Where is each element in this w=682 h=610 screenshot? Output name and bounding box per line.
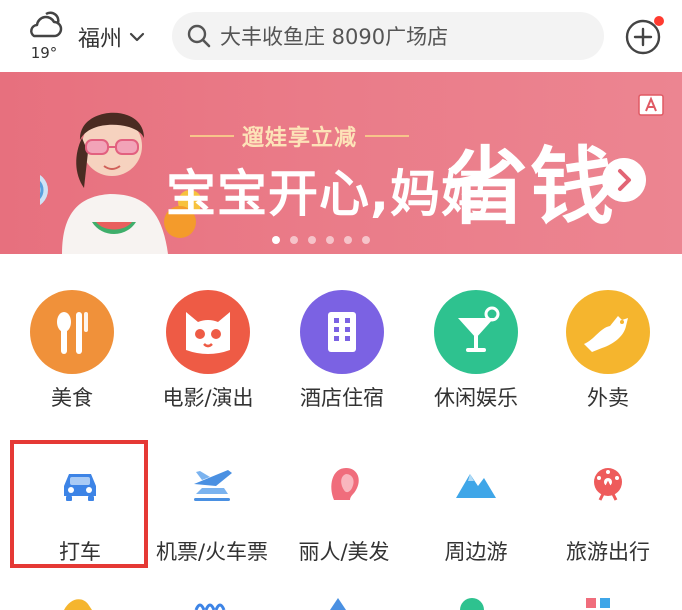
temperature-text: 19°	[30, 44, 58, 62]
city-name: 福州	[78, 27, 123, 52]
cloud-sun-icon	[30, 11, 63, 38]
search-icon	[187, 24, 211, 48]
pagination-dot[interactable]	[272, 236, 280, 244]
top-bar: 19° 福州 大丰收鱼庄 8090广场店	[0, 0, 682, 72]
mountain-icon	[456, 474, 496, 498]
chevron-right-icon[interactable]	[602, 158, 646, 202]
banner-headline-emphasis: 省钱	[444, 138, 617, 236]
banner-pagination	[272, 236, 370, 244]
selection-highlight-box	[10, 440, 148, 568]
category-label: 丽人/美发	[298, 540, 390, 564]
chevron-down-icon	[129, 32, 145, 42]
cocktail-icon	[434, 290, 518, 374]
ferris-wheel-icon	[594, 468, 622, 501]
woman-head-icon	[331, 468, 359, 500]
kangaroo-icon	[566, 290, 650, 374]
search-placeholder: 大丰收鱼庄 8090广场店	[220, 25, 449, 49]
search-bar[interactable]: 大丰收鱼庄 8090广场店	[172, 12, 604, 60]
category-label: 旅游出行	[566, 540, 650, 564]
cat-face-icon	[166, 290, 250, 374]
utensils-icon	[30, 290, 114, 374]
promo-banner[interactable]: 遛娃享立减 宝宝开心,妈妈 省钱	[0, 72, 682, 254]
banner-subtitle: 遛娃享立减	[190, 120, 410, 152]
plane-train-icon	[194, 470, 232, 501]
pagination-dot[interactable]	[308, 236, 316, 244]
add-button[interactable]	[624, 16, 664, 56]
category-label: 周边游	[444, 540, 508, 564]
category-label: 电影/演出	[162, 386, 254, 410]
pagination-dot[interactable]	[344, 236, 352, 244]
pagination-dot[interactable]	[326, 236, 334, 244]
category-label: 机票/火车票	[155, 540, 269, 564]
pagination-dot[interactable]	[290, 236, 298, 244]
building-icon	[300, 290, 384, 374]
notification-dot	[654, 16, 664, 26]
category-label: 美食	[51, 386, 93, 410]
category-label: 外卖	[587, 386, 629, 410]
tertiary-categories-partial	[0, 592, 682, 610]
category-label: 酒店住宿	[300, 386, 384, 410]
city-selector[interactable]: 福州	[78, 22, 146, 52]
pagination-dot[interactable]	[362, 236, 370, 244]
weather-widget[interactable]: 19°	[22, 8, 66, 62]
ad-badge-icon	[638, 94, 664, 116]
category-label: 休闲娱乐	[434, 386, 518, 410]
